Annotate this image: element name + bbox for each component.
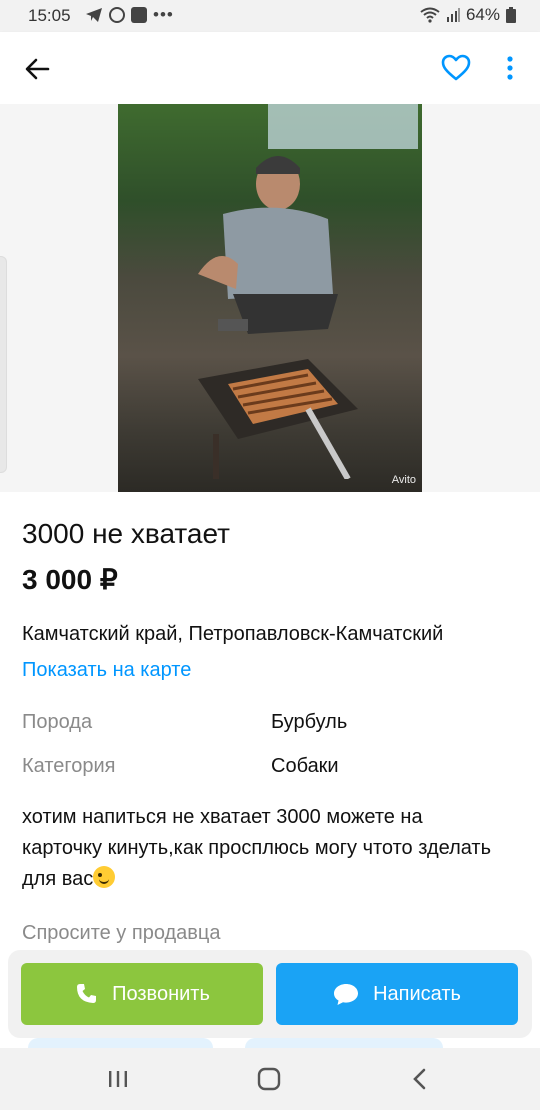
status-right: 64% (420, 5, 516, 25)
battery-icon (506, 7, 516, 23)
listing-location: Камчатский край, Петропавловск-Камчатски… (22, 623, 444, 645)
favorite-button[interactable] (440, 52, 472, 84)
status-bar: 15:05 ••• 64% (0, 0, 540, 32)
listing-photo[interactable]: Avito (118, 104, 422, 492)
photo-person (198, 156, 338, 334)
photo-sky (268, 104, 418, 149)
arrow-left-icon (25, 58, 50, 80)
winking-face-icon (93, 866, 116, 888)
telegram-icon (86, 8, 102, 22)
listing-price: 3 000 ₽ (22, 564, 118, 595)
photo-grill (198, 359, 358, 479)
property-key: Категория (22, 755, 116, 777)
photo-watermark: Avito (391, 474, 416, 486)
recent-apps-button[interactable] (103, 1066, 133, 1092)
content-peek (28, 1038, 213, 1048)
call-button-label: Позвонить (112, 982, 210, 1005)
whatsapp-icon (109, 7, 125, 23)
tiktok-icon (131, 7, 147, 23)
chat-bubble-icon (334, 984, 359, 1005)
more-options-button[interactable] (500, 54, 520, 84)
write-button-label: Написать (373, 982, 461, 1005)
content-peek (245, 1038, 443, 1048)
recent-apps-icon (109, 1071, 127, 1087)
back-button[interactable] (22, 54, 52, 84)
system-back-button[interactable] (405, 1066, 435, 1092)
call-button[interactable]: Позвонить (21, 963, 263, 1025)
show-on-map-link[interactable]: Показать на карте (22, 659, 191, 682)
listing-title: 3000 не хватает (22, 518, 230, 549)
battery-percent: 64% (465, 5, 500, 24)
contact-action-bar: Позвонить Написать (8, 950, 532, 1038)
ask-seller-heading: Спросите у продавца (22, 922, 221, 944)
gallery-previous-peek (0, 256, 7, 473)
more-notifications-icon: ••• (153, 5, 174, 24)
photo-gallery[interactable]: Avito (0, 104, 540, 492)
phone-icon (77, 984, 97, 1003)
property-key: Порода (22, 711, 93, 733)
heart-outline-icon (441, 54, 471, 81)
top-app-bar (0, 32, 540, 104)
property-value: Бурбуль (271, 711, 348, 733)
notification-icons: ••• (85, 5, 174, 25)
chevron-left-icon (413, 1068, 426, 1090)
home-button[interactable] (254, 1066, 284, 1092)
property-value: Собаки (271, 755, 339, 777)
home-icon (257, 1067, 281, 1091)
system-navigation-bar (0, 1048, 540, 1110)
listing-description: хотим напиться не хватает 3000 можете на… (22, 802, 502, 895)
more-vertical-icon (507, 56, 513, 80)
status-time: 15:05 (28, 6, 71, 25)
signal-icon (446, 8, 460, 22)
wifi-icon (420, 7, 440, 23)
write-button[interactable]: Написать (276, 963, 518, 1025)
